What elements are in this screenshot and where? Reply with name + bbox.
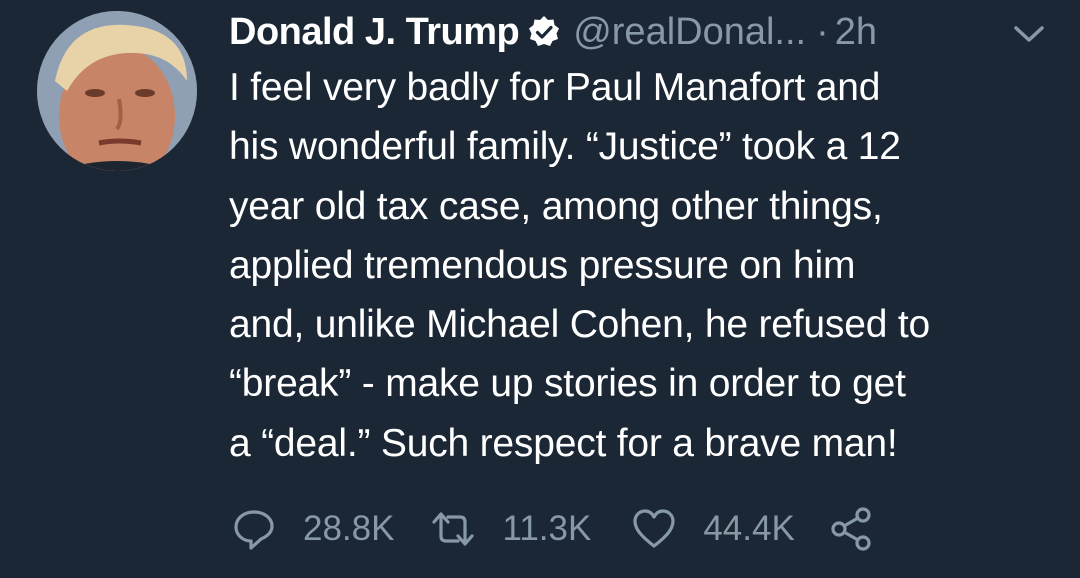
user-handle[interactable]: @realDonal... [573, 11, 806, 54]
tweet-text: I feel very badly for Paul Manafort and … [229, 58, 1059, 473]
avatar[interactable] [37, 11, 197, 171]
display-name[interactable]: Donald J. Trump [229, 11, 520, 54]
timestamp[interactable]: 2h [835, 11, 877, 54]
tweet: Donald J. Trump @realDonal... · 2h I fee… [0, 0, 1080, 578]
tweet-text-line: I feel very badly for Paul Manafort and [229, 66, 881, 109]
retweet-button[interactable]: 11.3K [430, 506, 591, 552]
retweet-icon [432, 512, 475, 546]
tweet-text-line: a “deal.” Such respect for a brave man! [229, 421, 898, 465]
tweet-actions: 28.8K 11.3K 44.4K [231, 503, 875, 555]
like-count: 44.4K [703, 509, 795, 548]
share-icon [831, 507, 871, 551]
heart-icon [633, 509, 675, 548]
tweet-text-line: applied tremendous pressure on him [229, 243, 856, 287]
reply-icon [234, 510, 274, 550]
tweet-text-line: year old tax case, among other things, [229, 184, 883, 228]
chevron-down-icon[interactable] [1010, 18, 1048, 48]
reply-count: 28.8K [303, 509, 395, 548]
separator-dot: · [816, 10, 829, 53]
tweet-text-line: his wonderful family. “Justice” took a 1… [229, 125, 901, 169]
tweet-text-line: “break” - make up stories in order to ge… [229, 362, 906, 406]
share-button[interactable] [829, 506, 875, 552]
retweet-count: 11.3K [502, 509, 592, 548]
reply-button[interactable]: 28.8K [231, 506, 394, 552]
tweet-header: Donald J. Trump @realDonal... · 2h [229, 4, 877, 60]
like-button[interactable]: 44.4K [631, 506, 795, 552]
tweet-text-line: and, unlike Michael Cohen, he refused to [229, 303, 930, 347]
avatar-image [37, 11, 197, 171]
verified-badge-icon [527, 15, 561, 49]
